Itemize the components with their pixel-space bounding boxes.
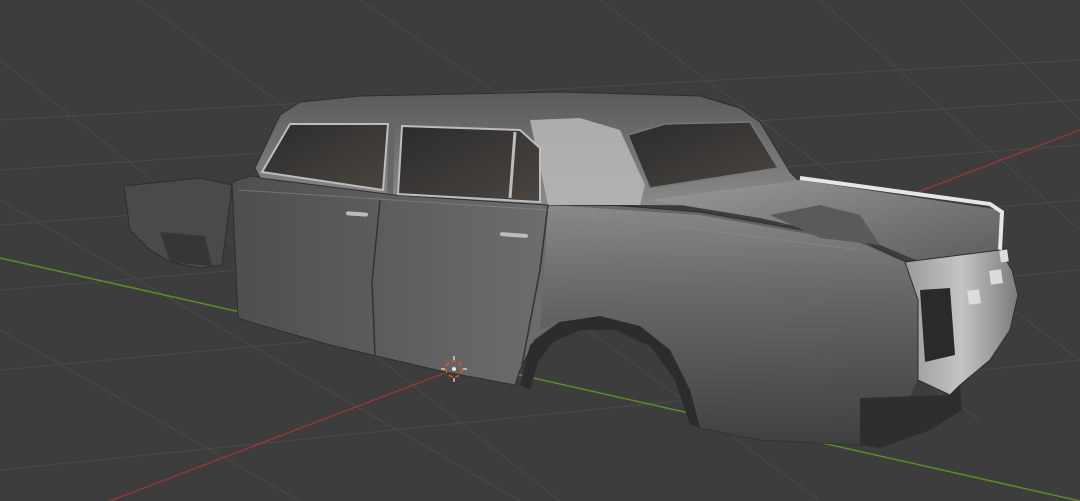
rear-door-window (396, 124, 541, 204)
3d-viewport[interactable] (0, 0, 1080, 501)
taillight-3 (999, 249, 1009, 263)
taillight-2 (989, 269, 1003, 285)
taillight-1 (967, 289, 981, 305)
b-pillar (387, 123, 395, 195)
grid-line (959, 0, 1080, 121)
car-body-mesh[interactable] (123, 91, 1019, 448)
taillight-recess (920, 288, 955, 362)
viewport-scene[interactable] (0, 0, 1080, 501)
